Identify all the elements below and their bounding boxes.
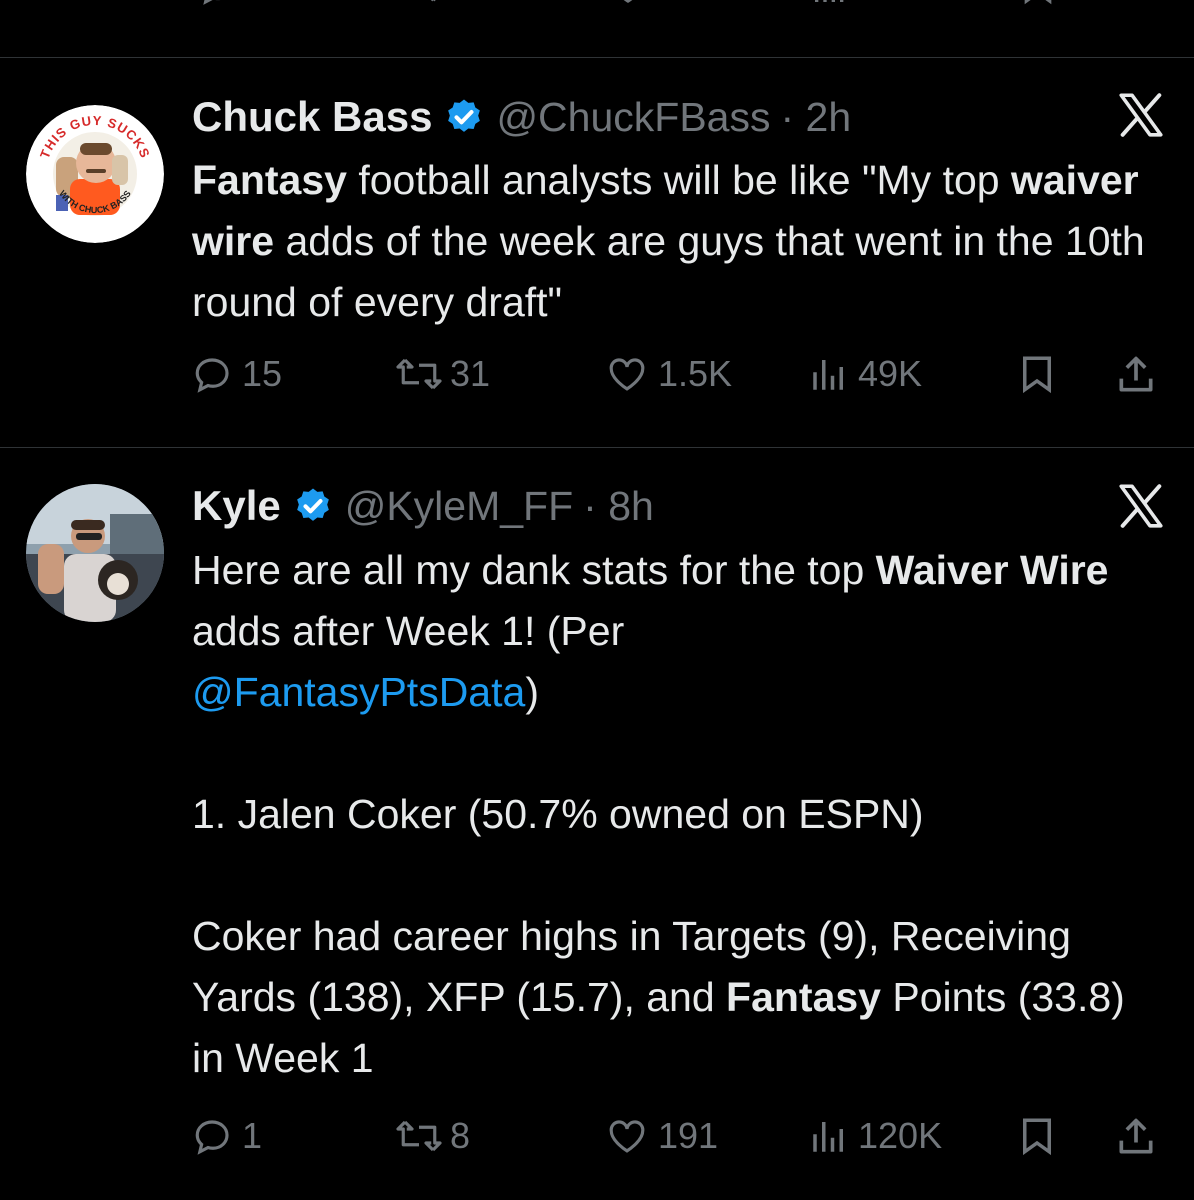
display-name[interactable]: Kyle: [192, 482, 281, 530]
user-handle[interactable]: @KyleM_FF: [345, 483, 573, 530]
views-count: 49K: [858, 353, 923, 394]
x-logo-icon: [1119, 93, 1163, 137]
avatar[interactable]: THIS GUY SUCKS WITH CHUCK BASS: [26, 105, 164, 243]
reply-count: 1: [242, 1115, 263, 1156]
reply-button[interactable]: 1: [192, 1115, 262, 1157]
user-handle[interactable]: @ChuckFBass: [496, 94, 770, 141]
bold-text: Waiver Wire: [875, 547, 1109, 593]
timestamp[interactable]: · 2h: [780, 94, 851, 141]
bookmark-button[interactable]: [1016, 353, 1058, 395]
share-button[interactable]: [1114, 1115, 1158, 1159]
mention-link[interactable]: @FantasyPtsData: [192, 669, 525, 715]
repost-count: 8: [450, 1115, 471, 1156]
tweet[interactable]: Kyle @KyleM_FF · 8h Here are all my dank…: [0, 448, 1194, 1200]
verified-badge-icon: [448, 99, 481, 132]
like-button[interactable]: 191: [604, 1115, 718, 1157]
repost-button[interactable]: 8: [398, 0, 470, 8]
tweet-header: Kyle @KyleM_FF · 8h: [192, 481, 654, 531]
reply-button[interactable]: 15: [192, 353, 282, 395]
like-icon: [623, 0, 633, 3]
body-text-segment: ) 1. Jalen Coker (50.7% owned on ESPN) C…: [192, 669, 1071, 1020]
body-text-segment: adds of the week are guys that went in t…: [192, 218, 1157, 325]
views-button[interactable]: 180K: [810, 0, 942, 8]
body-text-segment: Here are all my dank stats for the top: [192, 547, 876, 593]
tweet-header: Chuck Bass @ChuckFBass · 2h: [192, 92, 851, 142]
views-count: 120K: [858, 1115, 943, 1156]
avatar[interactable]: [26, 484, 164, 622]
views-button[interactable]: 49K: [808, 353, 922, 395]
bookmark-button[interactable]: [1018, 0, 1058, 6]
like-count: 124: [658, 0, 718, 8]
like-button[interactable]: 1.5K: [604, 353, 732, 395]
tweet-body: Here are all my dank stats for the top W…: [192, 540, 1167, 1089]
bookmark-button[interactable]: [1016, 1115, 1058, 1157]
share-button[interactable]: [1114, 353, 1158, 397]
repost-count: 8: [450, 0, 470, 8]
views-icon: [815, 0, 844, 2]
reply-button[interactable]: 12: [198, 0, 286, 8]
bold-text: Fantasy: [192, 157, 347, 203]
tweet-actions: 1 8 191 120K: [0, 1115, 1194, 1165]
views-icon: [813, 1122, 843, 1152]
reply-count: 15: [242, 353, 283, 394]
body-text-segment: football analysts will be like "My top: [346, 157, 1011, 203]
tweet[interactable]: THIS GUY SUCKS WITH CHUCK BASS Chuck Bas…: [0, 58, 1194, 448]
x-logo-icon: [1119, 484, 1163, 528]
repost-count: 31: [450, 353, 491, 394]
share-icon: [1119, 356, 1153, 392]
reply-icon: [195, 358, 229, 393]
bold-text: Fantasy: [726, 974, 881, 1020]
like-icon: [609, 1120, 645, 1153]
podcast-logo-image: THIS GUY SUCKS WITH CHUCK BASS: [26, 105, 164, 243]
like-count: 191: [658, 1115, 719, 1156]
like-button[interactable]: 124: [606, 0, 718, 8]
profile-photo-image: [26, 484, 164, 622]
share-icon: [1119, 1118, 1153, 1154]
tweet-body: Fantasy football analysts will be like "…: [192, 150, 1167, 333]
repost-icon: [430, 0, 436, 2]
like-count: 1.5K: [658, 353, 733, 394]
display-name[interactable]: Chuck Bass: [192, 93, 432, 141]
previous-tweet-actions: 12 8 124 180K: [0, 0, 1194, 16]
tweet-actions: 15 31 1.5K 49K: [0, 353, 1194, 403]
repost-icon: [396, 358, 442, 390]
like-icon: [609, 358, 645, 391]
views-button[interactable]: 120K: [808, 1115, 942, 1157]
bookmark-icon: [1023, 356, 1051, 394]
repost-button[interactable]: 8: [396, 1115, 470, 1157]
bookmark-icon: [1023, 1118, 1051, 1156]
verified-badge-icon: [296, 488, 329, 521]
views-count: 180K: [858, 0, 942, 8]
repost-icon: [396, 1120, 442, 1152]
bookmark-icon: [1024, 0, 1052, 5]
repost-button[interactable]: 31: [396, 353, 490, 395]
reply-icon: [195, 1120, 229, 1155]
views-icon: [813, 360, 843, 390]
reply-count: 12: [246, 0, 286, 8]
timestamp[interactable]: · 8h: [583, 483, 654, 530]
reply-icon: [203, 0, 220, 5]
